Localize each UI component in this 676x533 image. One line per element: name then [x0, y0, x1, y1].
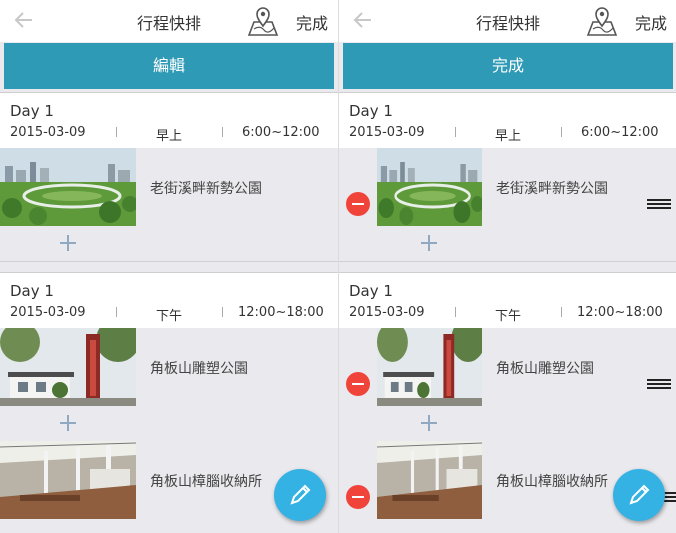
time-range: 12:00~18:00: [577, 305, 663, 320]
drag-handle-icon[interactable]: [647, 199, 671, 209]
minus-circle-icon[interactable]: [346, 372, 370, 396]
place-photo-camphor-storehouse: [0, 441, 136, 519]
place-card[interactable]: 老街溪畔新勢公園: [0, 148, 338, 226]
time-range: 6:00~12:00: [581, 125, 659, 140]
separator: [222, 307, 223, 317]
separator: [222, 127, 223, 137]
map-pin-icon[interactable]: [585, 5, 619, 37]
place-name: 角板山樟腦收納所: [150, 474, 262, 490]
edit-button[interactable]: 編輯: [4, 43, 334, 89]
plus-icon[interactable]: [60, 235, 76, 251]
place-card[interactable]: 角板山雕塑公園: [377, 328, 676, 406]
separator: [116, 127, 117, 137]
time-period: 早上: [494, 129, 521, 144]
day-date: 2015-03-09: [349, 305, 425, 320]
separator: [455, 127, 456, 137]
day-header-morning: Day 1 2015-03-09 早上 6:00~12:00: [339, 92, 676, 148]
day-date: 2015-03-09: [10, 125, 86, 140]
place-name: 老街溪畔新勢公園: [150, 181, 262, 197]
day-label: Day 1: [349, 102, 393, 120]
map-pin-icon[interactable]: [246, 5, 280, 37]
drag-handle-icon[interactable]: [647, 379, 671, 389]
place-photo-sculpture-park: [0, 328, 136, 406]
edit-fab-button[interactable]: [613, 469, 665, 521]
section-divider: [339, 261, 676, 262]
page-title: 行程快排: [136, 14, 201, 33]
place-photo-park: [0, 148, 136, 226]
day-header-afternoon: Day 1 2015-03-09 下午 12:00~18:00: [0, 272, 338, 328]
time-period: 下午: [155, 309, 182, 324]
place-photo-sculpture-park: [377, 328, 482, 406]
itinerary-edit-screen: 行程快排 完成 完成 Day 1 2015-03-09 早上 6:00~12:0…: [338, 0, 676, 533]
day-header-morning: Day 1 2015-03-09 早上 6:00~12:00: [0, 92, 338, 148]
place-name: 老街溪畔新勢公園: [496, 181, 608, 197]
top-bar: 行程快排 完成: [339, 0, 676, 42]
minus-circle-icon[interactable]: [346, 485, 370, 509]
done-button[interactable]: 完成: [635, 10, 667, 34]
time-period: 早上: [155, 129, 182, 144]
pencil-icon: [290, 484, 311, 505]
itinerary-view-screen: 行程快排 完成 編輯 Day 1 2015-03-09 早上 6:00~12:0…: [0, 0, 338, 533]
place-photo-camphor-storehouse: [377, 441, 482, 519]
section-divider: [0, 261, 338, 262]
day-date: 2015-03-09: [10, 305, 86, 320]
top-bar: 行程快排 完成: [0, 0, 338, 42]
pencil-icon: [629, 484, 650, 505]
separator: [455, 307, 456, 317]
time-range: 12:00~18:00: [238, 305, 324, 320]
time-range: 6:00~12:00: [242, 125, 320, 140]
plus-icon[interactable]: [60, 415, 76, 431]
place-card[interactable]: 老街溪畔新勢公園: [377, 148, 676, 226]
plus-icon[interactable]: [421, 415, 437, 431]
separator: [561, 307, 562, 317]
day-label: Day 1: [349, 282, 393, 300]
place-name: 角板山雕塑公園: [496, 361, 594, 377]
day-date: 2015-03-09: [349, 125, 425, 140]
place-card[interactable]: 角板山雕塑公園: [0, 328, 338, 406]
day-label: Day 1: [10, 282, 54, 300]
place-name: 角板山雕塑公園: [150, 361, 248, 377]
plus-icon[interactable]: [421, 235, 437, 251]
edit-fab-button[interactable]: [274, 469, 326, 521]
place-photo-park: [377, 148, 482, 226]
minus-circle-icon[interactable]: [346, 192, 370, 216]
separator: [116, 307, 117, 317]
place-name: 角板山樟腦收納所: [496, 474, 608, 490]
time-period: 下午: [494, 309, 521, 324]
day-header-afternoon: Day 1 2015-03-09 下午 12:00~18:00: [339, 272, 676, 328]
finish-edit-button[interactable]: 完成: [343, 43, 673, 89]
done-button[interactable]: 完成: [296, 10, 328, 34]
separator: [561, 127, 562, 137]
day-label: Day 1: [10, 102, 54, 120]
page-title: 行程快排: [475, 14, 540, 33]
